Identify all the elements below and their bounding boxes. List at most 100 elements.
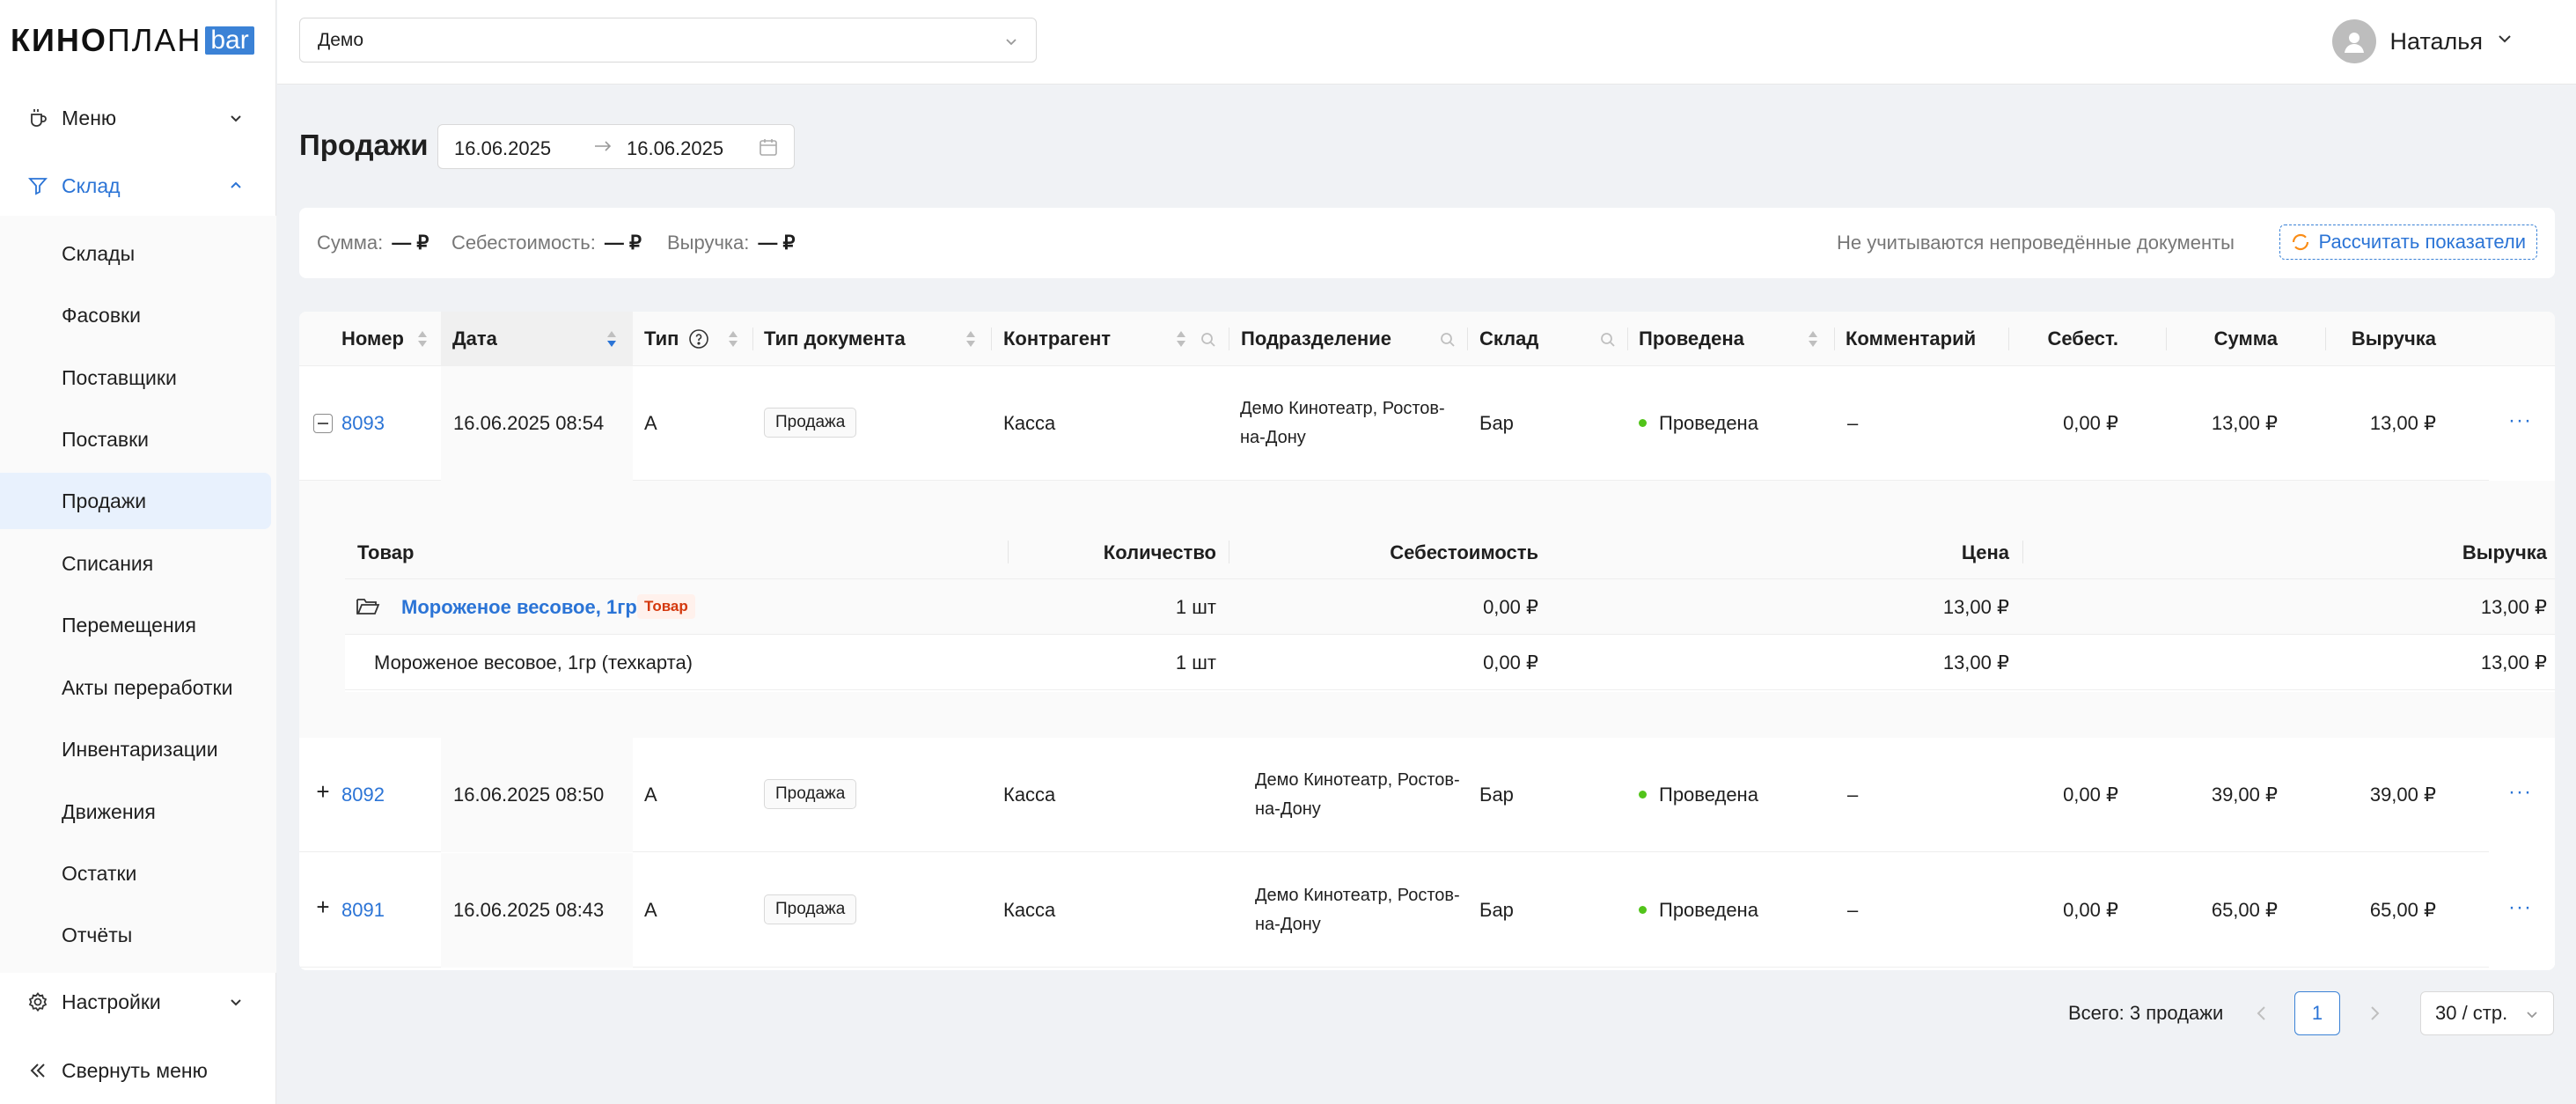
sort-icon[interactable] bbox=[965, 328, 977, 350]
column-separator bbox=[2008, 328, 2009, 350]
sidebar-item-movements[interactable]: Движения bbox=[0, 784, 271, 840]
sidebar-item-writeoffs[interactable]: Списания bbox=[0, 535, 271, 592]
sidebar-item-reports[interactable]: Отчёты bbox=[0, 907, 271, 963]
sidebar-item-deliveries[interactable]: Поставки bbox=[0, 411, 271, 467]
document-date: 16.06.2025 08:43 bbox=[453, 899, 605, 921]
sidebar-item-packagings[interactable]: Фасовки bbox=[0, 287, 271, 343]
document-number-link[interactable]: 8091 bbox=[341, 899, 385, 922]
row-actions-menu[interactable]: ··· bbox=[2508, 780, 2532, 805]
division: Демо Кинотеатр, Ростов-на-Дону bbox=[1255, 881, 1460, 939]
sidebar-item-label: Продажи bbox=[62, 489, 147, 512]
user-menu[interactable]: Наталья bbox=[2331, 19, 2514, 63]
page-size-select[interactable]: 30 / стр. bbox=[2420, 991, 2554, 1035]
sort-icon[interactable] bbox=[1175, 328, 1187, 350]
date-to[interactable]: 16.06.2025 bbox=[627, 137, 723, 160]
sort-icon[interactable] bbox=[1807, 328, 1819, 350]
division-line-2: на-Дону bbox=[1255, 799, 1321, 819]
page-button-current[interactable]: 1 bbox=[2294, 991, 2340, 1035]
table-row[interactable]: + 8091 16.06.2025 08:43 А Продажа Касса … bbox=[299, 853, 2555, 968]
metric-sum: Сумма: — ₽ bbox=[317, 232, 429, 254]
sidebar-group-warehouse[interactable]: Склад bbox=[0, 159, 276, 212]
sidebar-item-label: Отчёты bbox=[62, 923, 133, 946]
calculate-metrics-button[interactable]: Рассчитать показатели bbox=[2279, 224, 2537, 260]
table-row[interactable]: + 8092 16.06.2025 08:50 А Продажа Касса … bbox=[299, 738, 2555, 852]
organization-select-value: Демо bbox=[318, 29, 364, 50]
column-posted[interactable]: Проведена bbox=[1639, 312, 1744, 366]
sidebar-item-suppliers[interactable]: Поставщики bbox=[0, 350, 271, 406]
collapse-menu-button[interactable]: Свернуть меню bbox=[0, 1044, 276, 1097]
sidebar-item-label: Поставщики bbox=[62, 365, 177, 389]
logo-bold: КИНО bbox=[11, 22, 107, 58]
posted-status-label: Проведена bbox=[1659, 412, 1758, 434]
column-label: Тип bbox=[644, 328, 679, 350]
search-icon[interactable] bbox=[1200, 330, 1216, 353]
sidebar-item-inventories[interactable]: Инвентаризации bbox=[0, 721, 271, 777]
pagination-total: Всего: 3 продажи bbox=[2068, 1002, 2224, 1024]
column-sum: Сумма bbox=[2178, 312, 2278, 366]
chevron-down-icon bbox=[2495, 29, 2514, 54]
sidebar-item-processing-acts[interactable]: Акты переработки bbox=[0, 659, 271, 716]
column-label: Себест. bbox=[2047, 328, 2118, 350]
table-row[interactable]: 8093 16.06.2025 08:54 А Продажа Касса Де… bbox=[299, 366, 2555, 481]
refresh-icon bbox=[2291, 232, 2310, 257]
sidebar-group-settings[interactable]: Настройки bbox=[0, 975, 276, 1028]
sort-icon[interactable] bbox=[727, 328, 739, 350]
search-icon[interactable] bbox=[1440, 330, 1456, 353]
column-product: Товар bbox=[357, 541, 415, 563]
organization-select[interactable]: Демо bbox=[299, 18, 1037, 63]
doc-type-tag: Продажа bbox=[764, 894, 857, 924]
column-cost: Себестоимость bbox=[1390, 541, 1538, 563]
expand-row-button[interactable]: + bbox=[313, 894, 333, 921]
prev-page-icon[interactable] bbox=[2251, 1003, 2272, 1029]
column-revenue: Выручка bbox=[2337, 312, 2436, 366]
column-label: Выручка bbox=[2351, 328, 2436, 350]
column-counterparty[interactable]: Контрагент bbox=[1003, 312, 1111, 366]
sidebar-item-transfers[interactable]: Перемещения bbox=[0, 597, 271, 653]
warehouse: Бар bbox=[1479, 784, 1514, 806]
item-group-row[interactable]: Мороженое весовое, 1гр Товар 1 шт 0,00 ₽… bbox=[345, 579, 2555, 635]
column-division[interactable]: Подразделение bbox=[1241, 312, 1391, 366]
row-actions-menu[interactable]: ··· bbox=[2508, 895, 2532, 920]
column-separator bbox=[2325, 328, 2326, 350]
user-name: Наталья bbox=[2389, 27, 2483, 55]
document-number-link[interactable]: 8093 bbox=[341, 412, 385, 435]
expand-row-button[interactable]: + bbox=[313, 778, 333, 806]
item-quantity: 1 шт bbox=[1175, 651, 1216, 673]
division-line-1: Демо Кинотеатр, Ростов- bbox=[1255, 886, 1460, 905]
column-label: Сумма bbox=[2213, 328, 2278, 350]
status-dot bbox=[1639, 418, 1647, 427]
sidebar-item-sales[interactable]: Продажи bbox=[0, 473, 271, 529]
next-page-icon[interactable] bbox=[2364, 1003, 2385, 1029]
document-number-link[interactable]: 8092 bbox=[341, 784, 385, 806]
sidebar-item-warehouses[interactable]: Склады bbox=[0, 225, 271, 282]
column-doc-type[interactable]: Тип документа bbox=[764, 312, 906, 366]
metric-cost-value: — ₽ bbox=[604, 232, 642, 254]
column-label: Тип документа bbox=[764, 328, 906, 350]
date-range-picker[interactable]: 16.06.2025 16.06.2025 bbox=[437, 124, 795, 169]
sidebar-item-balances[interactable]: Остатки bbox=[0, 845, 271, 902]
sort-desc-icon[interactable] bbox=[605, 328, 618, 350]
column-revenue: Выручка bbox=[2462, 541, 2547, 563]
column-number[interactable]: Номер bbox=[341, 312, 404, 366]
sort-icon[interactable] bbox=[416, 328, 429, 350]
column-separator bbox=[1008, 541, 1009, 563]
column-type[interactable]: Тип bbox=[644, 312, 679, 366]
column-label: Подразделение bbox=[1241, 328, 1391, 350]
column-warehouse[interactable]: Склад bbox=[1479, 312, 1538, 366]
question-icon[interactable] bbox=[688, 328, 709, 355]
collapse-row-button[interactable] bbox=[313, 414, 333, 433]
funnel-icon bbox=[26, 174, 49, 197]
logo-light: ПЛАН bbox=[106, 22, 202, 58]
comment: – bbox=[1847, 412, 1859, 434]
sidebar-item-label: Акты переработки bbox=[62, 675, 233, 699]
search-icon[interactable] bbox=[1600, 330, 1616, 353]
row-actions-menu[interactable]: ··· bbox=[2508, 408, 2532, 433]
product-link[interactable]: Мороженое весовое, 1гр bbox=[401, 596, 637, 619]
revenue: 13,00 ₽ bbox=[2369, 412, 2436, 434]
sidebar-group-menu[interactable]: Меню bbox=[0, 92, 276, 144]
date-from[interactable]: 16.06.2025 bbox=[454, 137, 551, 160]
column-date[interactable]: Дата bbox=[441, 312, 633, 366]
comment: – bbox=[1847, 899, 1859, 921]
warehouse: Бар bbox=[1479, 899, 1514, 921]
cost: 0,00 ₽ bbox=[2063, 412, 2118, 434]
